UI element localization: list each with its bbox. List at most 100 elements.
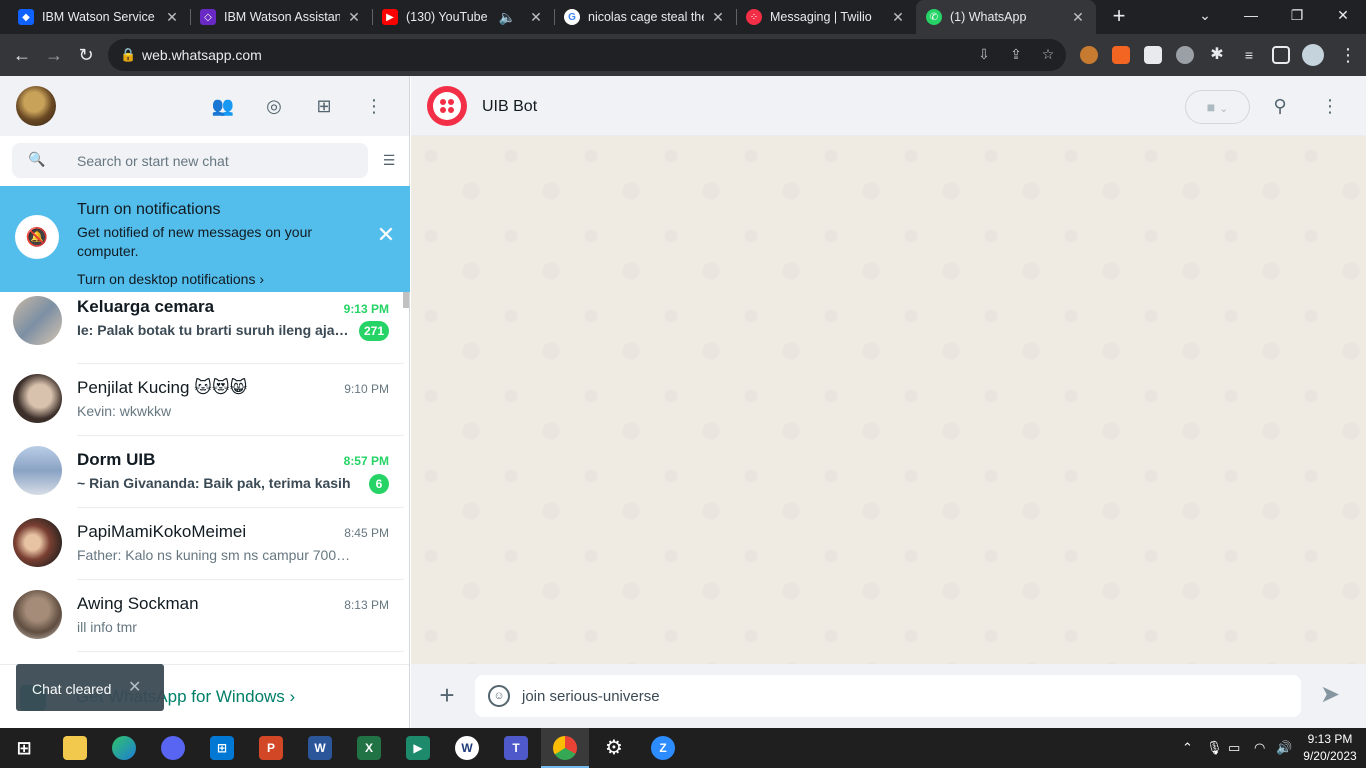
chat-list-item[interactable]: PapiMamiKokoMeimei 8:45 PM Father: Kalo …: [0, 508, 404, 580]
toast-notification: Chat cleared ✕: [16, 664, 164, 711]
clock-time: 9:13 PM: [1307, 732, 1353, 746]
close-window-button[interactable]: ✕: [1320, 0, 1366, 30]
extensions-puzzle-icon[interactable]: ✱: [1208, 46, 1226, 64]
send-icon[interactable]: ➤: [1317, 683, 1343, 708]
speaker-icon[interactable]: 🔈: [499, 9, 516, 26]
tab-google-search[interactable]: G nicolas cage steal the ✕: [554, 0, 736, 34]
install-app-icon[interactable]: ⇩: [974, 46, 994, 64]
ibm-icon: ◆: [18, 9, 34, 25]
avatar[interactable]: [427, 86, 467, 126]
rss-extension-icon[interactable]: [1112, 46, 1130, 64]
chat-time: 8:13 PM: [344, 598, 389, 612]
enable-notifications-link[interactable]: Turn on desktop notifications ›: [77, 271, 264, 287]
settings-gear-icon[interactable]: ⚙: [602, 736, 626, 760]
filter-icon[interactable]: ☰: [380, 152, 398, 170]
tab-ibm-watson-service[interactable]: ◆ IBM Watson Service Po ✕: [8, 0, 190, 34]
tab-title: (1) WhatsApp: [950, 10, 1027, 24]
menu-icon[interactable]: ⋮: [1318, 94, 1342, 118]
side-panel-icon[interactable]: [1272, 46, 1290, 64]
url-text[interactable]: web.whatsapp.com: [142, 47, 262, 63]
back-icon[interactable]: ←: [10, 43, 34, 67]
divider: [77, 651, 404, 652]
minimize-button[interactable]: —: [1228, 0, 1274, 30]
video-call-button[interactable]: ■ ⌄: [1185, 90, 1250, 124]
chevron-up-icon[interactable]: ⌃: [1182, 740, 1193, 756]
whatsapp-app: 👥 ◎ ⊞ ⋮ 🔍 Search or start new chat ☰ 🔕 T…: [0, 76, 1366, 728]
video-camera-icon: ■: [1206, 99, 1216, 115]
contact-name[interactable]: UIB Bot: [482, 98, 537, 116]
forward-icon[interactable]: →: [42, 43, 66, 67]
battery-icon[interactable]: ▭: [1228, 740, 1240, 756]
powerpoint-icon[interactable]: P: [259, 736, 283, 760]
wifi-icon[interactable]: ◠: [1254, 740, 1265, 756]
notification-banner[interactable]: 🔕 Turn on notifications Get notified of …: [0, 186, 410, 292]
attach-icon[interactable]: +: [435, 682, 459, 708]
twilio-logo-icon: [433, 92, 461, 120]
chat-list-item[interactable]: Awing Sockman 8:13 PM ill info tmr: [0, 580, 404, 652]
lock-icon[interactable]: 🔒: [120, 47, 136, 63]
search-icon[interactable]: ⚲: [1268, 94, 1292, 118]
microsoft-store-icon[interactable]: ⊞: [210, 736, 234, 760]
chat-name: Penjilat Kucing 🐱😻😸: [77, 378, 248, 397]
zoom-icon[interactable]: Z: [651, 736, 675, 760]
close-icon[interactable]: ✕: [528, 9, 544, 26]
status-icon[interactable]: ◎: [262, 94, 286, 118]
bookmark-star-icon[interactable]: ☆: [1038, 46, 1058, 64]
close-icon[interactable]: ✕: [375, 224, 397, 246]
close-icon[interactable]: ✕: [710, 9, 726, 26]
app-w-icon[interactable]: W: [455, 736, 479, 760]
microphone-icon[interactable]: 🎙: [1206, 740, 1223, 756]
file-explorer-icon[interactable]: [63, 736, 87, 760]
excel-icon[interactable]: X: [357, 736, 381, 760]
chat-list-item[interactable]: Dorm UIB 8:57 PM ~ Rian Givananda: Baik …: [0, 436, 404, 508]
tab-youtube[interactable]: ▶ (130) YouTube 🔈 ✕: [372, 0, 554, 34]
emoji-icon[interactable]: ☺: [488, 685, 510, 707]
close-icon[interactable]: ✕: [1070, 9, 1086, 26]
address-bar[interactable]: 🔒 web.whatsapp.com ⇩ ⇪ ☆: [108, 39, 1066, 71]
teams-icon[interactable]: T: [504, 736, 528, 760]
discord-icon[interactable]: [161, 736, 185, 760]
twilio-icon: ⁘: [746, 9, 762, 25]
new-chat-icon[interactable]: ⊞: [312, 94, 336, 118]
word-icon[interactable]: W: [308, 736, 332, 760]
communities-icon[interactable]: 👥: [211, 94, 235, 118]
edge-icon[interactable]: [112, 736, 136, 760]
restore-button[interactable]: ❐: [1274, 0, 1320, 30]
tab-title: Messaging | Twilio: [770, 10, 872, 24]
system-clock[interactable]: 9:13 PM 9/20/2023: [1300, 731, 1360, 765]
share-icon[interactable]: ⇪: [1006, 46, 1026, 64]
chat-list-item[interactable]: Keluarga cemara 9:13 PM Ie: Palak botak …: [0, 292, 404, 364]
more-menu-icon[interactable]: ⋮: [1336, 43, 1360, 67]
unread-badge: 6: [369, 474, 389, 494]
sway-icon[interactable]: ▶: [406, 736, 430, 760]
sidebar-header: 👥 ◎ ⊞ ⋮: [0, 76, 409, 136]
tab-twilio[interactable]: ⁘ Messaging | Twilio ✕: [736, 0, 916, 34]
volume-icon[interactable]: 🔊: [1276, 740, 1292, 756]
extension-cookie-icon[interactable]: [1080, 46, 1098, 64]
avatar[interactable]: [16, 86, 56, 126]
menu-icon[interactable]: ⋮: [362, 94, 386, 118]
close-icon[interactable]: ✕: [346, 9, 362, 26]
close-icon[interactable]: ✕: [890, 9, 906, 26]
tab-whatsapp[interactable]: ✆ (1) WhatsApp ✕: [916, 0, 1096, 34]
chat-list-item[interactable]: Penjilat Kucing 🐱😻😸 9:10 PM Kevin: wkwkk…: [0, 364, 404, 436]
toast-text: Chat cleared: [32, 681, 112, 697]
search-input[interactable]: 🔍 Search or start new chat: [12, 143, 368, 178]
chrome-icon[interactable]: [553, 736, 577, 760]
avatar: [13, 296, 62, 345]
conversation-header[interactable]: UIB Bot ■ ⌄ ⚲ ⋮: [411, 76, 1366, 136]
reload-icon[interactable]: ↻: [74, 43, 98, 67]
extension-globe-icon[interactable]: [1176, 46, 1194, 64]
extension-glasses-icon[interactable]: [1144, 46, 1162, 64]
new-tab-button[interactable]: +: [1106, 5, 1132, 29]
close-icon[interactable]: ✕: [164, 9, 180, 26]
message-input-text[interactable]: join serious-universe: [522, 688, 660, 705]
close-icon[interactable]: ✕: [128, 677, 141, 697]
message-input[interactable]: ☺ join serious-universe: [475, 675, 1301, 717]
windows-taskbar: ⊞ ⊞ P W X ▶ W T ⚙ Z ⌃ 🎙 ▭ ◠ 🔊 9:13 PM 9/…: [0, 728, 1366, 768]
tab-search-icon[interactable]: ⌄: [1182, 0, 1228, 30]
profile-avatar[interactable]: [1302, 44, 1324, 66]
media-control-icon[interactable]: ≡: [1240, 46, 1258, 64]
windows-start-icon[interactable]: ⊞: [12, 736, 36, 760]
tab-ibm-watson-assistant[interactable]: ◇ IBM Watson Assistant ✕: [190, 0, 372, 34]
